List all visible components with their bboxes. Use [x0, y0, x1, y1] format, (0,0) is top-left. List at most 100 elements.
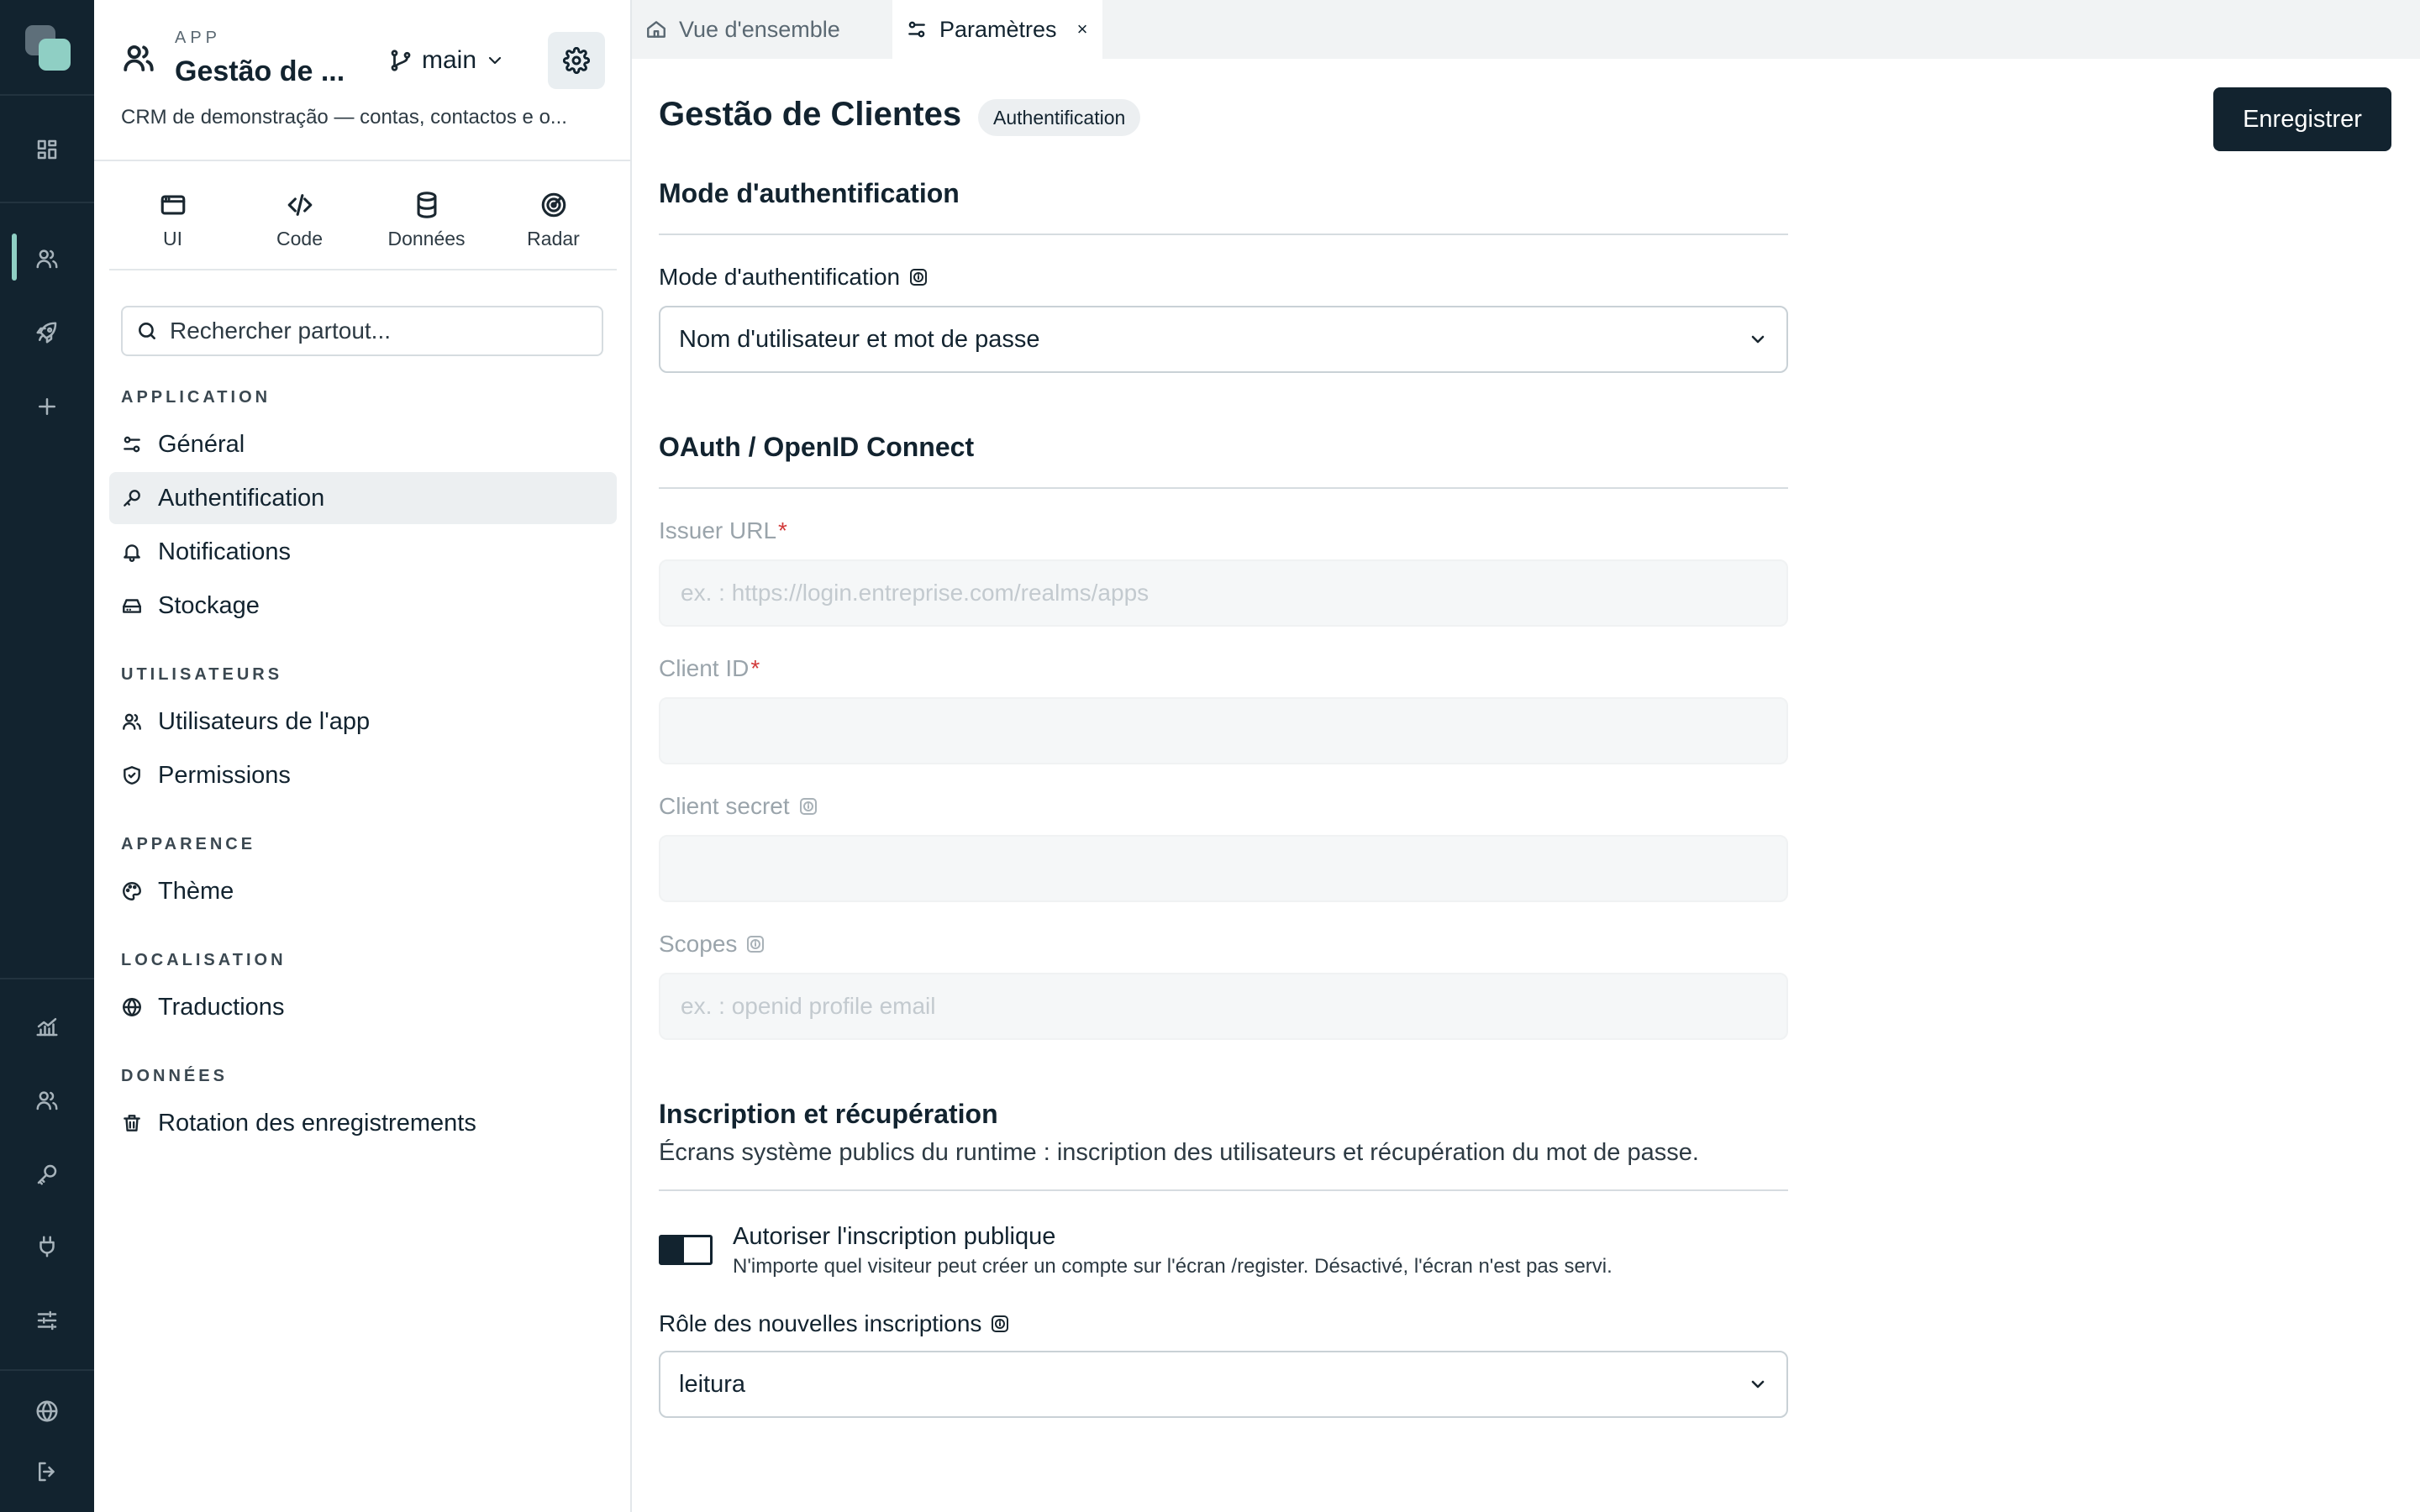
sidebar-item-stockage[interactable]: Stockage — [109, 580, 617, 632]
hard-drive-icon — [121, 595, 143, 617]
sidebar-item-theme[interactable]: Thème — [109, 865, 617, 917]
shield-check-icon — [121, 764, 143, 786]
mode-tab-label: Code — [276, 227, 323, 249]
mode-tab-radar[interactable]: Radar — [490, 173, 617, 267]
tab-vue-ensemble[interactable]: Vue d'ensemble — [632, 0, 892, 59]
sidebar-item-label: Notifications — [158, 538, 291, 565]
nav-section-donnees: DONNÉES — [121, 1067, 228, 1085]
icon-rail — [0, 0, 94, 1512]
tab-parametres[interactable]: Paramètres × — [892, 0, 1102, 59]
section-title-auth-mode: Mode d'authentification — [659, 178, 960, 208]
globe-icon[interactable] — [25, 1389, 69, 1433]
radar-icon — [539, 191, 568, 219]
info-icon[interactable] — [908, 267, 929, 287]
save-button[interactable]: Enregistrer — [2213, 87, 2391, 151]
label-text: Rôle des nouvelles inscriptions — [659, 1310, 982, 1336]
rail-divider — [0, 94, 94, 96]
label-text: Mode d'authentification — [659, 264, 901, 290]
app-description: CRM de demonstração — contas, contactos … — [121, 106, 567, 129]
mode-tab-donnees[interactable]: Données — [363, 173, 490, 267]
scopes-field — [659, 973, 1788, 1040]
sidebar-item-notifications[interactable]: Notifications — [109, 526, 617, 578]
key-icon[interactable] — [25, 1152, 69, 1196]
chevron-down-icon — [485, 50, 505, 71]
mode-tab-ui[interactable]: UI — [109, 173, 236, 267]
branch-selector[interactable]: main — [388, 42, 505, 79]
toggle-help-text: N'importe quel visiteur peut créer un co… — [733, 1255, 1612, 1278]
sidebar-item-general[interactable]: Général — [109, 418, 617, 470]
nav-section-apparence: APPARENCE — [121, 835, 256, 853]
rail-active-indicator — [12, 234, 17, 281]
public-signup-toggle[interactable] — [659, 1235, 713, 1265]
required-mark: * — [750, 655, 760, 681]
mode-tab-label: UI — [163, 227, 182, 249]
section-title-oauth: OAuth / OpenID Connect — [659, 432, 975, 462]
sidebar-search[interactable] — [121, 306, 603, 356]
sliders-icon[interactable] — [25, 1299, 69, 1342]
tab-label: Vue d'ensemble — [679, 16, 840, 42]
rail-divider — [0, 1369, 94, 1371]
mode-tab-label: Données — [387, 227, 466, 249]
field-label-scopes: Scopes — [659, 931, 765, 958]
label-text: Client secret — [659, 793, 790, 819]
plus-icon[interactable] — [25, 385, 69, 428]
sidebar-divider — [109, 269, 617, 270]
info-icon[interactable] — [990, 1314, 1010, 1334]
section-divider — [659, 487, 1788, 489]
settings-sidebar: APP Gestão de ... main CRM de demonstraç… — [94, 0, 632, 1512]
bell-icon — [121, 541, 143, 563]
settings-sliders-icon — [906, 18, 928, 40]
search-icon — [136, 320, 158, 342]
sidebar-item-rotation[interactable]: Rotation des enregistrements — [109, 1097, 617, 1149]
chevron-down-icon — [1748, 1374, 1768, 1394]
sidebar-item-app-users[interactable]: Utilisateurs de l'app — [109, 696, 617, 748]
sidebar-divider — [94, 160, 630, 161]
section-divider — [659, 1189, 1788, 1191]
client-secret-field — [659, 835, 1788, 902]
field-label-signup-role: Rôle des nouvelles inscriptions — [659, 1310, 1010, 1337]
code-icon — [286, 191, 314, 219]
nav-section-localisation: LOCALISATION — [121, 951, 287, 969]
palette-icon — [121, 880, 143, 902]
team-icon[interactable] — [25, 1079, 69, 1122]
logout-icon[interactable] — [25, 1450, 69, 1494]
plug-icon[interactable] — [25, 1225, 69, 1268]
issuer-url-input[interactable] — [681, 580, 1766, 606]
sidebar-item-authentification[interactable]: Authentification — [109, 472, 617, 524]
sidebar-item-label: Traductions — [158, 993, 285, 1021]
dashboard-icon[interactable] — [25, 128, 69, 171]
database-icon — [413, 191, 441, 219]
nav-section-application: APPLICATION — [121, 388, 271, 407]
rail-divider — [0, 978, 94, 979]
sidebar-item-label: Utilisateurs de l'app — [158, 707, 371, 735]
users-icon — [121, 711, 143, 732]
scopes-input[interactable] — [681, 993, 1766, 1020]
label-text: Client ID — [659, 655, 750, 681]
sidebar-item-traductions[interactable]: Traductions — [109, 981, 617, 1033]
signup-role-select[interactable]: leitura — [659, 1351, 1788, 1418]
client-id-input[interactable] — [681, 717, 1766, 744]
search-input[interactable] — [170, 318, 573, 344]
chevron-down-icon — [1748, 329, 1768, 349]
key-icon — [121, 487, 143, 509]
chart-icon[interactable] — [25, 1005, 69, 1048]
users-icon[interactable] — [25, 237, 69, 281]
app-logo[interactable] — [25, 25, 71, 71]
signup-role-value: leitura — [679, 1370, 745, 1398]
rocket-icon[interactable] — [25, 311, 69, 354]
globe-icon — [121, 996, 143, 1018]
page-title: Gestão de Clientes — [659, 96, 962, 133]
mode-tab-code[interactable]: Code — [236, 173, 363, 267]
toggle-knob — [661, 1237, 684, 1263]
client-secret-input[interactable] — [681, 855, 1766, 882]
info-icon[interactable] — [745, 934, 765, 954]
sidebar-item-permissions[interactable]: Permissions — [109, 749, 617, 801]
label-text: Issuer URL — [659, 517, 777, 543]
auth-mode-select[interactable]: Nom d'utilisateur et mot de passe — [659, 306, 1788, 373]
info-icon[interactable] — [798, 796, 818, 816]
sidebar-item-label: Stockage — [158, 591, 260, 619]
close-icon[interactable]: × — [1077, 18, 1088, 40]
app-title: Gestão de ... — [175, 55, 345, 87]
sidebar-item-label: Thème — [158, 877, 234, 905]
app-settings-button[interactable] — [548, 32, 605, 89]
